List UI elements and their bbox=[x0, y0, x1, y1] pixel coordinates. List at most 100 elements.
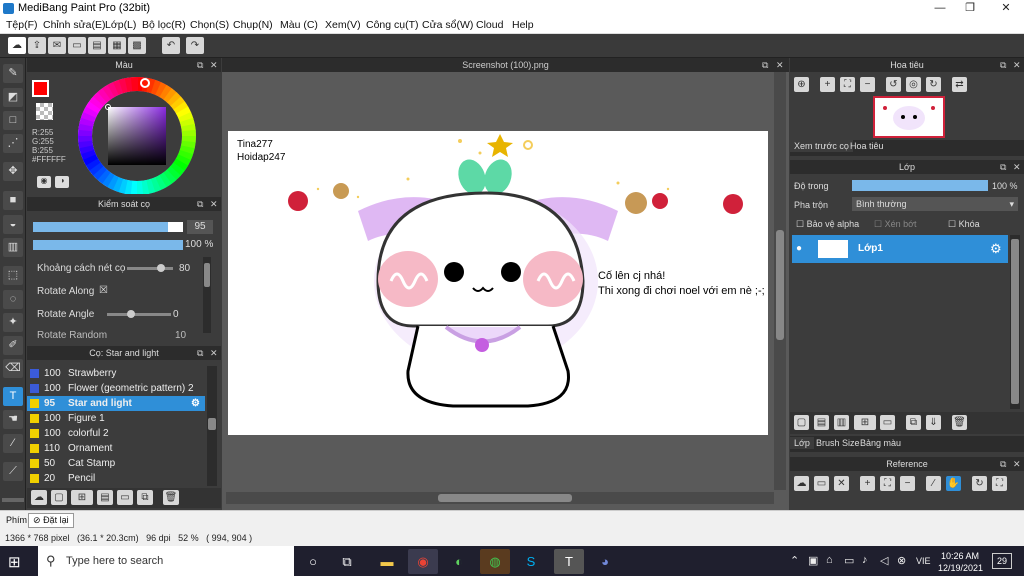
color-wheel[interactable] bbox=[77, 74, 197, 194]
gear-icon[interactable]: ⚙ bbox=[191, 396, 200, 411]
secondary-color-swatch[interactable] bbox=[36, 103, 53, 120]
minimize-button[interactable]: — bbox=[926, 0, 954, 17]
menu-capture[interactable]: Chụp(N) bbox=[233, 19, 273, 31]
chrome-icon[interactable]: ◉ bbox=[408, 549, 438, 574]
panel-close-icon[interactable]: ✕ bbox=[1013, 58, 1021, 72]
rotate-right-icon[interactable]: ↻ bbox=[926, 77, 941, 92]
size-value[interactable]: 95 bbox=[187, 220, 213, 234]
undock-icon[interactable]: ⧉ bbox=[1000, 58, 1006, 72]
undock-icon[interactable]: ⧉ bbox=[1000, 457, 1006, 471]
hsv-icon[interactable]: ◑ bbox=[55, 176, 69, 188]
clipping-checkbox[interactable]: ☐ bbox=[874, 219, 882, 229]
windows-start-icon[interactable]: ⊞ bbox=[8, 553, 21, 571]
brush-settings-icon[interactable]: ▤ bbox=[97, 490, 113, 505]
document-close-icon[interactable]: ✕ bbox=[776, 58, 784, 72]
grid-icon[interactable]: ▩ bbox=[128, 37, 146, 54]
new-8bit-layer-icon[interactable]: ▥ bbox=[834, 415, 849, 430]
undock-icon[interactable]: ⧉ bbox=[1000, 160, 1006, 174]
flip-icon[interactable]: ⇄ bbox=[952, 77, 967, 92]
spacing-slider[interactable] bbox=[127, 267, 173, 270]
select-pen-icon[interactable]: ✐ bbox=[3, 336, 23, 355]
menu-edit[interactable]: Chỉnh sửa(E) bbox=[43, 19, 105, 31]
new-layer-icon[interactable]: ▢ bbox=[794, 415, 809, 430]
cloud-icon[interactable]: ☁ bbox=[8, 37, 26, 54]
redo-icon[interactable]: ↷ bbox=[186, 37, 204, 54]
new-halftone-layer-icon[interactable]: ▤ bbox=[814, 415, 829, 430]
gear-icon[interactable]: ⚙ bbox=[990, 241, 1002, 257]
eyedropper-tool-icon[interactable]: ⁄ bbox=[3, 434, 23, 453]
undock-icon[interactable]: ⧉ bbox=[197, 58, 203, 72]
menu-help[interactable]: Help bbox=[512, 19, 534, 31]
fit-window-icon[interactable]: ⛶ bbox=[992, 476, 1007, 491]
close-icon[interactable]: ✕ bbox=[834, 476, 849, 491]
rect-tool-icon[interactable]: □ bbox=[3, 111, 23, 130]
file-explorer-icon[interactable]: ▬ bbox=[372, 549, 402, 574]
trash-icon[interactable]: 🗑 bbox=[163, 490, 179, 505]
tab-layer[interactable]: Lớp bbox=[790, 437, 814, 449]
trash-icon[interactable]: 🗑 bbox=[952, 415, 967, 430]
dot-brush-icon[interactable]: ⋰ bbox=[3, 134, 23, 153]
zoom-icon[interactable]: ⊕ bbox=[794, 77, 809, 92]
brush-tool-icon[interactable]: ✎ bbox=[3, 64, 23, 83]
add-brush-icon[interactable]: ⊞ bbox=[71, 490, 93, 505]
protect-alpha-checkbox[interactable]: ☐ bbox=[796, 219, 804, 229]
menu-file[interactable]: Tệp(F) bbox=[6, 19, 38, 31]
tab-navigator[interactable]: Hoa tiêu bbox=[846, 140, 888, 152]
comment-icon[interactable]: ▭ bbox=[68, 37, 86, 54]
network-icon[interactable]: ⌂ bbox=[826, 554, 833, 566]
size-bar[interactable] bbox=[33, 222, 183, 232]
blocked-icon[interactable]: ⊗ bbox=[897, 554, 906, 567]
rotate-angle-slider[interactable] bbox=[107, 313, 171, 316]
spacing-knob[interactable] bbox=[157, 264, 165, 272]
move-tool-icon[interactable]: ✥ bbox=[3, 162, 23, 181]
app-green-icon[interactable]: ◐ bbox=[444, 549, 474, 574]
lasso-tool-icon[interactable]: ◌ bbox=[3, 290, 23, 309]
eye-icon[interactable]: ● bbox=[796, 243, 802, 254]
lock-checkbox[interactable]: ☐ bbox=[948, 219, 956, 229]
rotate-angle-knob[interactable] bbox=[127, 310, 135, 318]
bucket-tool-icon[interactable]: ◒ bbox=[3, 215, 23, 234]
brush-item[interactable]: 100 colorful 2 bbox=[27, 426, 205, 441]
zoom-out-icon[interactable]: − bbox=[900, 476, 915, 491]
cortana-icon[interactable]: ○ bbox=[298, 549, 328, 574]
volume-icon[interactable]: ♪ bbox=[862, 554, 868, 566]
maximize-button[interactable]: ❐ bbox=[956, 0, 984, 17]
brush-item[interactable]: 100 Flower (geometric pattern) 2 bbox=[27, 381, 205, 396]
panel-close-icon[interactable]: ✕ bbox=[1013, 457, 1021, 471]
app-olive-icon[interactable]: ◍ bbox=[480, 549, 510, 574]
select-eraser-icon[interactable]: ⌫ bbox=[3, 359, 23, 378]
gradient-tool-icon[interactable]: ▥ bbox=[3, 238, 23, 257]
menu-layer[interactable]: Lớp(L) bbox=[105, 19, 136, 31]
fit-icon[interactable]: ⛶ bbox=[880, 476, 895, 491]
panel-close-icon[interactable]: ✕ bbox=[210, 197, 218, 211]
horizontal-scrollbar[interactable] bbox=[226, 492, 774, 504]
panel-close-icon[interactable]: ✕ bbox=[1013, 160, 1021, 174]
menu-view[interactable]: Xem(V) bbox=[325, 19, 361, 31]
menu-window[interactable]: Cửa sổ(W) bbox=[422, 19, 473, 31]
magic-wand-icon[interactable]: ✦ bbox=[3, 313, 23, 332]
rotate-reset-icon[interactable]: ◎ bbox=[906, 77, 921, 92]
undock-icon[interactable]: ⧉ bbox=[197, 197, 203, 211]
duplicate-icon[interactable]: ⧉ bbox=[137, 490, 153, 505]
fit-icon[interactable]: ⛶ bbox=[840, 77, 855, 92]
brush-item[interactable]: 110 Ornament bbox=[27, 441, 205, 456]
folder-icon[interactable]: ▭ bbox=[880, 415, 895, 430]
menu-cloud[interactable]: Cloud bbox=[476, 19, 503, 31]
rotate-icon[interactable]: ↻ bbox=[972, 476, 987, 491]
discord-icon[interactable]: ◕ bbox=[590, 549, 620, 574]
brush-item[interactable]: 95 Star and light ⚙ bbox=[27, 396, 205, 411]
undock-icon[interactable]: ⧉ bbox=[762, 58, 768, 72]
blend-select[interactable]: Bình thường ▾ bbox=[852, 197, 1018, 211]
tab-brush-preview[interactable]: Xem trước cọ bbox=[790, 140, 853, 152]
task-view-icon[interactable]: ⧉ bbox=[332, 549, 362, 574]
layer-row[interactable]: ● Lớp1 ⚙ bbox=[792, 235, 1008, 263]
teams-icon[interactable]: T bbox=[554, 549, 584, 574]
menu-color[interactable]: Màu (C) bbox=[280, 19, 318, 31]
eyedropper-icon[interactable]: ⁄ bbox=[926, 476, 941, 491]
layer-opacity-bar[interactable] bbox=[852, 180, 988, 191]
vertical-scrollbar[interactable] bbox=[774, 72, 786, 490]
language-indicator[interactable]: VIE bbox=[916, 556, 931, 566]
rotate-along-checkbox[interactable]: ☒ bbox=[99, 285, 108, 296]
cloud-icon[interactable]: ☁ bbox=[794, 476, 809, 491]
primary-color-swatch[interactable] bbox=[32, 80, 49, 97]
